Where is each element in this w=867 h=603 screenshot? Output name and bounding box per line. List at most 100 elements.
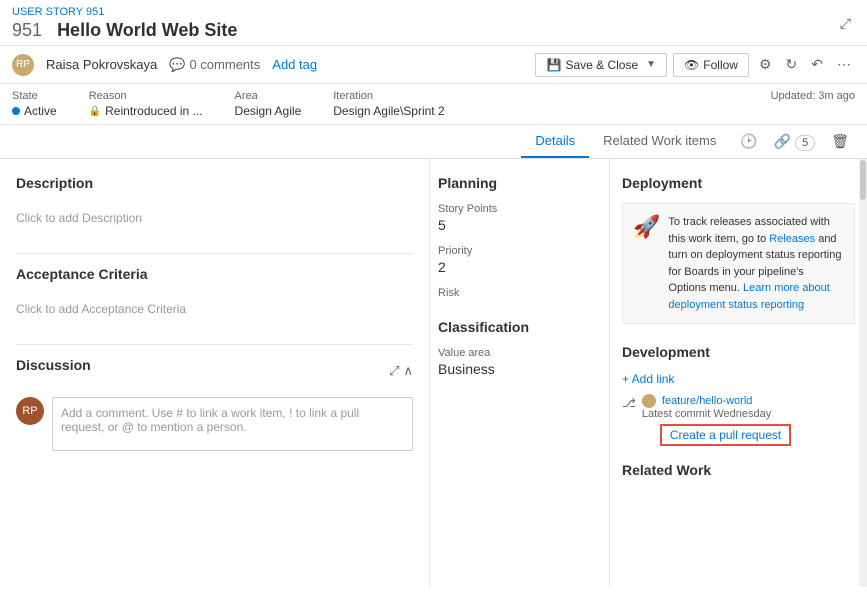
classification-title: Classification: [438, 319, 601, 335]
follow-label: Follow: [703, 58, 738, 72]
risk-label: Risk: [438, 287, 601, 299]
scrollbar-track[interactable]: [859, 159, 867, 587]
description-placeholder[interactable]: Click to add Description: [16, 203, 413, 233]
breadcrumb[interactable]: USER STORY 951: [12, 6, 237, 18]
avatar-initials: RP: [16, 59, 30, 70]
committer-avatar-small: [642, 394, 656, 408]
title-bar-left: USER STORY 951 951 Hello World Web Site: [12, 6, 237, 41]
deployment-info-box: 🚀 To track releases associated with this…: [622, 203, 855, 324]
link-count-badge: 5: [795, 135, 815, 151]
more-actions-button[interactable]: ⋯: [833, 52, 855, 77]
commenter-avatar: RP: [16, 397, 44, 425]
discussion-header: Discussion ⤢ ∧: [16, 357, 413, 385]
commit-item: ⎇ feature/hello-world Latest commit Wedn…: [622, 394, 855, 446]
right-panel: Deployment 🚀 To track releases associate…: [610, 159, 867, 587]
create-pull-request-button[interactable]: Create a pull request: [660, 424, 791, 446]
follow-button[interactable]: 👁 Follow: [673, 53, 749, 77]
main-content: Description Click to add Description Acc…: [0, 159, 867, 587]
priority-item: Priority 2: [438, 245, 601, 275]
updated-time: Updated: 3m ago: [771, 90, 855, 102]
save-close-label: Save & Close: [565, 58, 638, 72]
eye-icon: 👁: [684, 58, 699, 72]
commit-details: feature/hello-world Latest commit Wednes…: [642, 394, 791, 446]
iteration-value[interactable]: Design Agile\Sprint 2: [333, 104, 444, 118]
refresh-button[interactable]: ↻: [782, 52, 802, 77]
history-button[interactable]: 🕑: [734, 129, 763, 154]
planning-title: Planning: [438, 175, 601, 191]
story-points-item: Story Points 5: [438, 203, 601, 233]
title-bar: USER STORY 951 951 Hello World Web Site …: [0, 0, 867, 46]
scrollbar-thumb[interactable]: [860, 160, 866, 200]
branch-icon: ⎇: [622, 396, 636, 410]
story-points-label: Story Points: [438, 203, 601, 215]
value-area-value[interactable]: Business: [438, 361, 601, 377]
branch-link[interactable]: feature/hello-world: [662, 395, 753, 407]
state-value[interactable]: Active: [12, 104, 57, 118]
link-icon: 🔗: [774, 133, 791, 149]
development-section: Development + Add link ⎇ feature/hello-w…: [622, 344, 855, 446]
tab-details[interactable]: Details: [521, 125, 589, 158]
deployment-title: Deployment: [622, 175, 855, 191]
toolbar-right: 💾 Save & Close ▼ 👁 Follow ⚙ ↻ ↶ ⋯: [535, 52, 855, 77]
expand-button[interactable]: ⤢: [836, 11, 855, 36]
add-link-button[interactable]: + Add link: [622, 372, 855, 386]
discussion-title: Discussion: [16, 357, 91, 373]
title-bar-actions: ⤢: [836, 11, 855, 36]
planning-section: Planning Story Points 5 Priority 2 Risk: [438, 175, 601, 299]
value-area-item: Value area Business: [438, 347, 601, 377]
reason-value[interactable]: 🔒 Reintroduced in ...: [89, 104, 203, 118]
save-close-dropdown-arrow: ▼: [646, 59, 656, 70]
area-label: Area: [235, 90, 302, 102]
middle-panel: Planning Story Points 5 Priority 2 Risk …: [430, 159, 610, 587]
acceptance-title: Acceptance Criteria: [16, 266, 413, 282]
reason-label: Reason: [89, 90, 203, 102]
meta-bar: State Active Reason 🔒 Reintroduced in ..…: [0, 84, 867, 125]
commit-date: Latest commit Wednesday: [642, 408, 791, 420]
deployment-icon: 🚀: [633, 214, 660, 313]
add-link-label: + Add link: [622, 372, 674, 386]
undo-button[interactable]: ↶: [807, 52, 827, 77]
classification-section: Classification Value area Business: [438, 319, 601, 377]
tab-icons: 🕑 🔗 5 🗑: [734, 129, 855, 154]
comments-button[interactable]: 💬 0 comments: [169, 57, 260, 73]
description-section: Description Click to add Description: [16, 175, 413, 233]
priority-value[interactable]: 2: [438, 259, 601, 275]
collapse-discussion-button[interactable]: ∧: [403, 363, 413, 379]
area-value[interactable]: Design Agile: [235, 104, 302, 118]
tab-related-work-items[interactable]: Related Work items: [589, 125, 730, 158]
left-panel: Description Click to add Description Acc…: [0, 159, 430, 587]
deployment-section: Deployment 🚀 To track releases associate…: [622, 175, 855, 324]
state-label: State: [12, 90, 57, 102]
work-item-title: Hello World Web Site: [57, 20, 237, 40]
save-close-button[interactable]: 💾 Save & Close ▼: [535, 53, 667, 77]
toolbar: RP Raisa Pokrovskaya 💬 0 comments Add ta…: [0, 46, 867, 84]
settings-button[interactable]: ⚙: [755, 52, 776, 77]
lock-icon: 🔒: [89, 106, 101, 117]
releases-link[interactable]: Releases: [769, 233, 815, 245]
discussion-section: Discussion ⤢ ∧ RP Add a comment. Use # t…: [16, 357, 413, 451]
deployment-text: To track releases associated with this w…: [668, 214, 844, 313]
description-title: Description: [16, 175, 413, 191]
expand-discussion-button[interactable]: ⤢: [389, 363, 399, 379]
links-button[interactable]: 🔗 5: [768, 129, 821, 154]
comment-icon: 💬: [169, 57, 185, 73]
story-points-value[interactable]: 5: [438, 217, 601, 233]
page-title: 951 Hello World Web Site: [12, 20, 237, 41]
comment-area: RP Add a comment. Use # to link a work i…: [16, 397, 413, 451]
tabs-bar: Details Related Work items 🕑 🔗 5 🗑: [0, 125, 867, 159]
risk-item: Risk: [438, 287, 601, 299]
discussion-actions: ⤢ ∧: [389, 363, 413, 379]
priority-label: Priority: [438, 245, 601, 257]
section-divider-2: [16, 344, 413, 345]
acceptance-placeholder[interactable]: Click to add Acceptance Criteria: [16, 294, 413, 324]
meta-section: State Active Reason 🔒 Reintroduced in ..…: [12, 90, 747, 118]
status-dot: [12, 107, 20, 115]
add-tag-button[interactable]: Add tag: [272, 57, 317, 72]
comment-input[interactable]: Add a comment. Use # to link a work item…: [52, 397, 413, 451]
acceptance-section: Acceptance Criteria Click to add Accepta…: [16, 266, 413, 324]
iteration-label: Iteration: [333, 90, 444, 102]
comments-label: 0 comments: [189, 57, 260, 72]
toolbar-left: RP Raisa Pokrovskaya 💬 0 comments Add ta…: [12, 54, 523, 76]
delete-button[interactable]: 🗑: [825, 129, 855, 154]
area-meta: Area Design Agile: [235, 90, 302, 118]
